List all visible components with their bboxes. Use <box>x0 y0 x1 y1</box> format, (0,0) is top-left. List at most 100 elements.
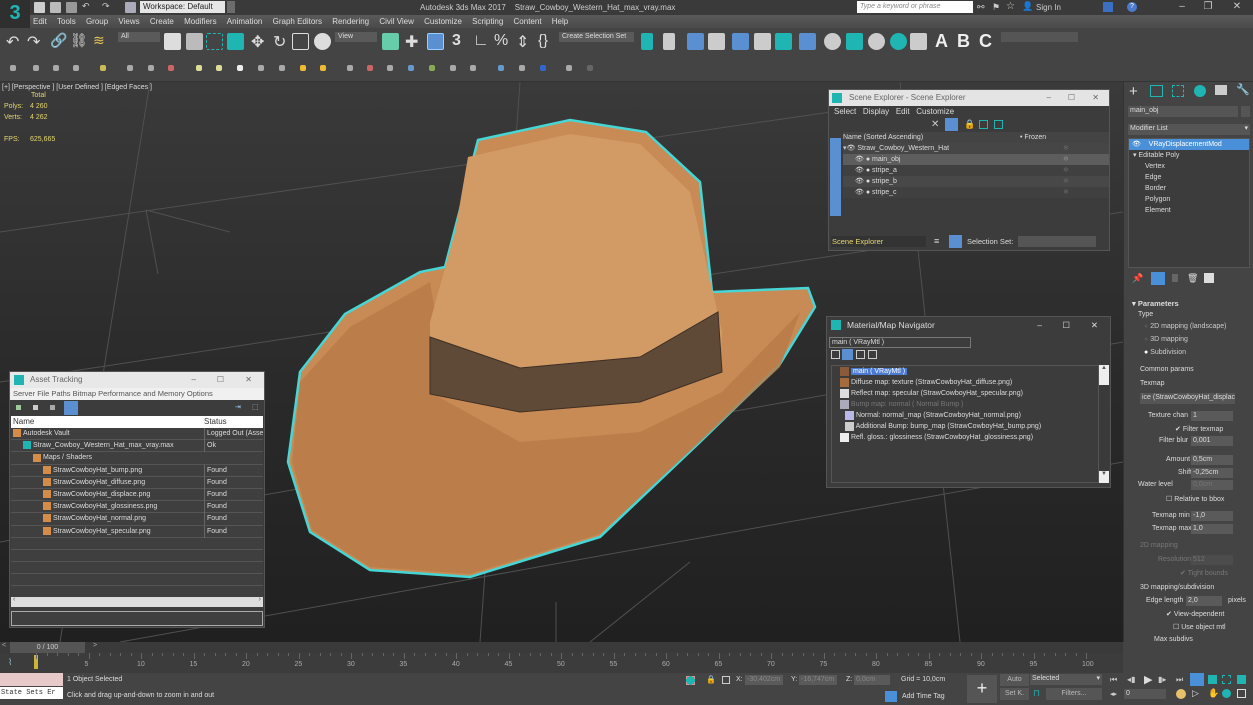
radio-2d-mapping[interactable]: ● 2D mapping (landscape) <box>1144 323 1226 330</box>
toolbar2-icon[interactable] <box>408 65 414 71</box>
selection-set-dropdown[interactable] <box>1018 236 1096 247</box>
spinner-snap-icon[interactable]: ⇕ <box>516 32 529 52</box>
reference-coordinate-dropdown[interactable]: View <box>335 32 377 42</box>
resolution-spinner[interactable]: 512 <box>1191 555 1233 565</box>
toolbar2-icon[interactable] <box>53 65 59 71</box>
add-time-tag-button[interactable]: Add Time Tag <box>902 693 945 700</box>
table-view-icon[interactable] <box>64 401 78 415</box>
toolbar2-icon[interactable] <box>367 65 373 71</box>
absolute-mode-icon[interactable] <box>722 676 730 684</box>
named-set-b-icon[interactable]: B <box>957 31 970 52</box>
scroll-left-icon[interactable]: ‹ <box>13 596 15 603</box>
zoom-extents-all-icon[interactable] <box>1237 675 1246 684</box>
orbit-icon[interactable] <box>1222 689 1231 698</box>
isolate-selection-icon[interactable] <box>686 676 695 685</box>
asset-row[interactable] <box>11 549 263 563</box>
z-coordinate-field[interactable]: 0,0cm <box>854 675 890 685</box>
freeze-icon[interactable]: ❄ <box>1063 154 1069 165</box>
column-name[interactable]: Name <box>13 417 34 426</box>
edit-named-selection-icon[interactable]: {} <box>538 32 548 49</box>
sign-in-button[interactable]: Sign In <box>1036 3 1061 12</box>
workspace-menu-button[interactable] <box>227 1 235 13</box>
column-status[interactable]: Status <box>204 416 227 428</box>
schematic-view-icon[interactable] <box>775 33 792 50</box>
angle-snap-icon[interactable]: ∟ <box>473 32 489 50</box>
asset-row[interactable]: Straw_Cowboy_Western_Hat_max_vray.max Ok <box>11 440 263 453</box>
menu-file[interactable]: File <box>37 389 49 398</box>
selection-filter-dropdown[interactable]: All <box>118 32 160 42</box>
undo-quick-icon[interactable]: ↶ <box>82 1 90 12</box>
minimize-button[interactable]: – <box>1047 90 1051 106</box>
close-button[interactable]: ✕ <box>1092 90 1099 106</box>
toolbar2-icon[interactable] <box>470 65 476 71</box>
asset-row[interactable]: StrawCowboyHat_normal.png Found <box>11 513 263 526</box>
selection-lock-icon[interactable]: 🔒 <box>706 675 716 684</box>
render-production-icon[interactable] <box>868 33 885 50</box>
place-icon[interactable] <box>314 33 331 50</box>
asset-tracking-titlebar[interactable]: Asset Tracking – ☐ ✕ <box>10 372 264 388</box>
window-crossing-icon[interactable] <box>227 33 244 50</box>
toolbar2-icon[interactable] <box>127 65 133 71</box>
menu-create[interactable]: Create <box>150 15 174 28</box>
toolbar2-icon[interactable] <box>429 65 435 71</box>
toolbar2-icon[interactable] <box>216 65 222 71</box>
redo-quick-icon[interactable]: ↷ <box>102 1 110 12</box>
make-unique-icon[interactable] <box>1172 274 1178 282</box>
zoom-extents-icon[interactable] <box>1222 675 1231 684</box>
rollout-title[interactable]: ▾ Parameters <box>1132 299 1179 308</box>
current-frame-field[interactable]: 0 <box>1124 689 1166 699</box>
filter-icon[interactable] <box>945 118 958 131</box>
project-folder-icon[interactable] <box>125 2 136 13</box>
vertical-scrollbar[interactable]: ▲ ▼ <box>1099 365 1109 483</box>
tree-root[interactable]: main ( VRayMtl ) <box>832 366 1098 377</box>
prev-frame-icon[interactable]: < <box>2 642 6 649</box>
toolbar2-icon[interactable] <box>450 65 456 71</box>
material-navigator-titlebar[interactable]: Material/Map Navigator – ☐ ✕ <box>827 317 1110 333</box>
pin-stack-icon[interactable]: 📌 <box>1132 273 1143 284</box>
new-file-icon[interactable] <box>34 2 45 13</box>
map-item[interactable]: Normal: normal_map (StrawCowboyHat_norma… <box>832 410 1098 421</box>
go-to-end-icon[interactable]: ⏭ <box>1176 675 1183 685</box>
curve-editor-icon[interactable] <box>754 33 771 50</box>
toolbar2-icon[interactable] <box>498 65 504 71</box>
asset-row[interactable]: Autodesk Vault Logged Out (Asse <box>11 428 263 441</box>
visibility-eye-icon[interactable]: 👁 <box>855 167 864 174</box>
small-icons-view-icon[interactable] <box>856 350 865 359</box>
column-frozen[interactable]: • Frozen <box>1020 132 1046 143</box>
asset-row[interactable] <box>11 574 263 587</box>
visibility-eye-icon[interactable]: 👁 <box>855 189 864 196</box>
list-view-icon[interactable] <box>831 350 840 359</box>
remove-modifier-icon[interactable]: 🗑 <box>1187 273 1198 284</box>
stack-item-vraydisplacementmod[interactable]: 👁 VRayDisplacementMod <box>1129 139 1249 150</box>
menu-edit[interactable]: Edit <box>33 15 47 28</box>
toolbar2-icon[interactable] <box>387 65 393 71</box>
stack-item-polygon[interactable]: Polygon <box>1129 194 1249 205</box>
asset-row[interactable]: StrawCowboyHat_glossiness.png Found <box>11 501 263 514</box>
toolbar2-icon[interactable] <box>33 65 39 71</box>
close-button[interactable]: ✕ <box>1228 1 1246 13</box>
toolbar2-icon[interactable] <box>320 65 326 71</box>
column-name[interactable]: Name (Sorted Ascending) <box>843 134 923 141</box>
time-slider-thumb[interactable]: 0 / 100 <box>10 642 85 653</box>
tree-view-icon[interactable] <box>50 405 55 410</box>
maxscript-listener[interactable] <box>0 673 63 686</box>
filter-texmap-checkbox[interactable]: ✔ Filter texmap <box>1175 425 1223 433</box>
modifier-list-dropdown[interactable]: Modifier List ▾ <box>1128 124 1250 135</box>
view-dependent-checkbox[interactable]: ✔ View-dependent <box>1166 610 1224 618</box>
menu-customize[interactable]: Customize <box>424 15 462 28</box>
asset-row[interactable]: StrawCowboyHat_displace.png Found <box>11 488 263 502</box>
menu-group[interactable]: Group <box>86 15 108 28</box>
menu-paths[interactable]: Paths <box>51 389 70 398</box>
menu-select[interactable]: Select <box>834 107 856 116</box>
menu-display[interactable]: Display <box>863 107 889 116</box>
next-frame-icon[interactable]: > <box>93 642 97 649</box>
scroll-down-button[interactable]: ▼ <box>1099 471 1109 483</box>
auto-key-button[interactable]: Auto <box>1000 674 1029 686</box>
select-manipulate-icon[interactable]: ✚ <box>405 32 418 52</box>
radio-3d-mapping[interactable]: ● 3D mapping <box>1144 336 1188 343</box>
select-object-icon[interactable] <box>164 33 181 50</box>
visibility-eye-icon[interactable]: 👁 <box>847 145 856 152</box>
stack-item-edge[interactable]: Edge <box>1129 172 1249 183</box>
render-in-cloud-icon[interactable] <box>910 33 927 50</box>
render-activeshade-icon[interactable] <box>890 33 907 50</box>
